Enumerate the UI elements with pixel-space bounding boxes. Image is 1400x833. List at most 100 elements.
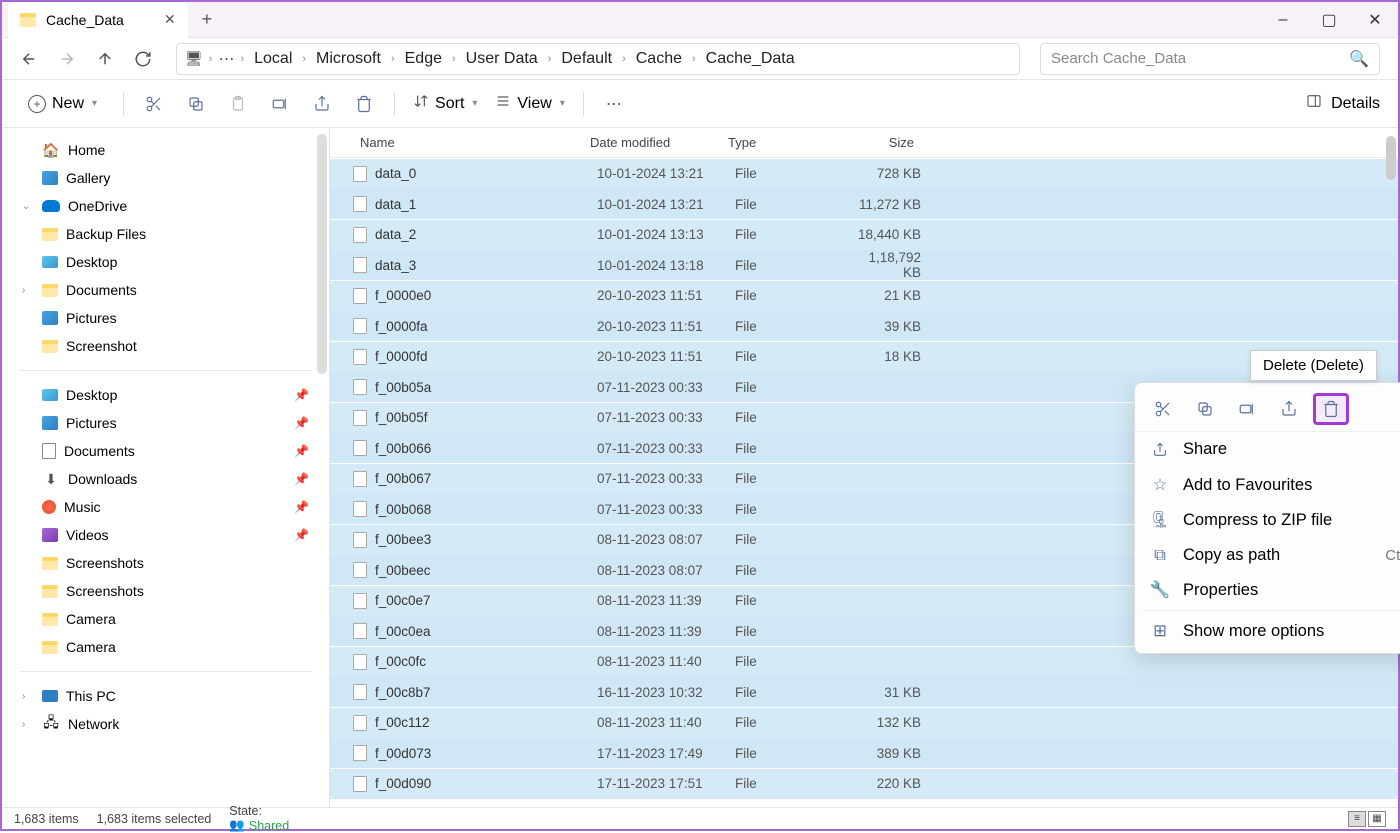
view-button[interactable]: View ▾ xyxy=(495,93,564,114)
grid-view-toggle[interactable]: ▦ xyxy=(1368,811,1386,827)
pin-icon[interactable]: 📌 xyxy=(294,528,309,542)
sidebar-item-videos[interactable]: Videos📌 xyxy=(14,521,317,549)
new-button[interactable]: + New ▾ xyxy=(20,91,105,117)
breadcrumb-segment[interactable]: User Data xyxy=(462,48,542,70)
more-icon[interactable]: ⋯ xyxy=(218,49,234,69)
sidebar-item-screenshots[interactable]: Screenshots xyxy=(14,549,317,577)
tab[interactable]: Cache_Data ✕ xyxy=(8,2,188,38)
sidebar-item-documents2[interactable]: Documents📌 xyxy=(14,437,317,465)
sidebar-item-camera[interactable]: Camera xyxy=(14,605,317,633)
copy-icon[interactable] xyxy=(1187,393,1223,425)
sidebar-item-pictures[interactable]: Pictures xyxy=(14,304,317,332)
sidebar-item-network[interactable]: ›🖧Network xyxy=(14,710,317,738)
file-row[interactable]: f_0000fa20-10-2023 11:51File39 KB xyxy=(330,311,1398,341)
breadcrumb-segment[interactable]: Cache_Data xyxy=(702,48,799,70)
chevron-right-icon[interactable]: › xyxy=(452,53,456,65)
sidebar-item-onedrive[interactable]: ⌄OneDrive xyxy=(14,192,317,220)
search-icon[interactable]: 🔍 xyxy=(1349,49,1369,69)
share-icon[interactable] xyxy=(310,95,334,113)
column-date[interactable]: Date modified xyxy=(590,135,728,150)
search-input[interactable] xyxy=(1051,50,1349,67)
maximize-button[interactable]: ▢ xyxy=(1306,2,1352,38)
details-button[interactable]: Details xyxy=(1305,93,1380,114)
sort-button[interactable]: Sort ▾ xyxy=(413,93,477,114)
pin-icon[interactable]: 📌 xyxy=(294,388,309,402)
file-row[interactable]: f_00c11208-11-2023 11:40File132 KB xyxy=(330,708,1398,738)
file-row[interactable]: data_010-01-2024 13:21File728 KB xyxy=(330,159,1398,189)
chevron-right-icon[interactable]: › xyxy=(22,691,34,702)
context-zip[interactable]: 🗜Compress to ZIP file xyxy=(1135,503,1400,538)
chevron-right-icon[interactable]: › xyxy=(240,53,244,65)
pin-icon[interactable]: 📌 xyxy=(294,472,309,486)
pin-icon[interactable]: 📌 xyxy=(294,416,309,430)
refresh-button[interactable] xyxy=(134,50,152,68)
chevron-right-icon[interactable]: › xyxy=(548,53,552,65)
chevron-right-icon[interactable]: › xyxy=(22,285,34,296)
forward-button[interactable] xyxy=(58,50,76,68)
chevron-right-icon[interactable]: › xyxy=(209,53,213,65)
sidebar-item-desktop[interactable]: Desktop xyxy=(14,248,317,276)
context-more[interactable]: ⊞Show more options xyxy=(1135,613,1400,649)
breadcrumb[interactable]: 🖥 › ⋯ › Local › Microsoft › Edge › User … xyxy=(176,43,1020,75)
sidebar-item-gallery[interactable]: Gallery xyxy=(14,164,317,192)
copy-icon[interactable] xyxy=(184,95,208,113)
search-box[interactable]: 🔍 xyxy=(1040,43,1380,75)
minimize-button[interactable]: – xyxy=(1260,2,1306,38)
cut-icon[interactable] xyxy=(1145,393,1181,425)
chevron-right-icon[interactable]: › xyxy=(692,53,696,65)
context-favourites[interactable]: ☆Add to Favourites xyxy=(1135,467,1400,503)
up-button[interactable] xyxy=(96,50,114,68)
delete-icon[interactable] xyxy=(1313,393,1349,425)
sidebar-item-thispc[interactable]: ›This PC xyxy=(14,682,317,710)
column-name[interactable]: Name xyxy=(346,135,590,150)
tab-close-icon[interactable]: ✕ xyxy=(164,11,176,28)
context-copy-path[interactable]: ⧉Copy as pathCtrl+Shift+C xyxy=(1135,538,1400,573)
delete-icon[interactable] xyxy=(352,95,376,113)
file-row[interactable]: data_110-01-2024 13:21File11,272 KB xyxy=(330,189,1398,219)
file-row[interactable]: data_310-01-2024 13:18File1,18,792 KB xyxy=(330,250,1398,280)
details-view-toggle[interactable]: ≡ xyxy=(1348,811,1366,827)
pin-icon[interactable]: 📌 xyxy=(294,500,309,514)
pin-icon[interactable]: 📌 xyxy=(294,444,309,458)
context-share[interactable]: Share xyxy=(1135,432,1400,467)
file-row[interactable]: f_00d07317-11-2023 17:49File389 KB xyxy=(330,738,1398,768)
chevron-right-icon[interactable]: › xyxy=(22,719,34,730)
paste-icon[interactable] xyxy=(226,95,250,113)
more-icon[interactable]: ⋯ xyxy=(602,94,626,114)
scrollbar[interactable] xyxy=(1386,136,1396,180)
cut-icon[interactable] xyxy=(142,95,166,113)
sidebar-item-desktop2[interactable]: Desktop📌 xyxy=(14,381,317,409)
column-size[interactable]: Size xyxy=(844,135,914,150)
share-icon[interactable] xyxy=(1271,393,1307,425)
breadcrumb-segment[interactable]: Default xyxy=(557,48,616,70)
file-row[interactable]: data_210-01-2024 13:13File18,440 KB xyxy=(330,220,1398,250)
file-row[interactable]: f_00c8b716-11-2023 10:32File31 KB xyxy=(330,677,1398,707)
chevron-down-icon[interactable]: ⌄ xyxy=(22,201,34,212)
close-button[interactable]: ✕ xyxy=(1352,2,1398,38)
chevron-right-icon[interactable]: › xyxy=(622,53,626,65)
breadcrumb-segment[interactable]: Cache xyxy=(632,48,686,70)
sidebar-item-documents[interactable]: ›Documents xyxy=(14,276,317,304)
file-row[interactable]: f_0000fd20-10-2023 11:51File18 KB xyxy=(330,342,1398,372)
sidebar-item-music[interactable]: Music📌 xyxy=(14,493,317,521)
rename-icon[interactable] xyxy=(1229,393,1265,425)
rename-icon[interactable] xyxy=(268,95,292,113)
breadcrumb-segment[interactable]: Microsoft xyxy=(312,48,385,70)
chevron-right-icon[interactable]: › xyxy=(391,53,395,65)
sidebar-item-pictures2[interactable]: Pictures📌 xyxy=(14,409,317,437)
sidebar-item-backup[interactable]: Backup Files xyxy=(14,220,317,248)
context-properties[interactable]: 🔧PropertiesAlt+Enter xyxy=(1135,573,1400,608)
file-row[interactable]: f_00d09017-11-2023 17:51File220 KB xyxy=(330,769,1398,799)
new-tab-button[interactable]: + xyxy=(202,9,213,30)
column-type[interactable]: Type xyxy=(728,135,844,150)
scrollbar[interactable] xyxy=(317,134,327,374)
back-button[interactable] xyxy=(20,50,38,68)
sidebar-item-downloads[interactable]: ⬇Downloads📌 xyxy=(14,465,317,493)
sidebar-item-home[interactable]: 🏠Home xyxy=(14,136,317,164)
breadcrumb-segment[interactable]: Edge xyxy=(401,48,446,70)
chevron-right-icon[interactable]: › xyxy=(302,53,306,65)
sidebar-item-screenshot[interactable]: Screenshot xyxy=(14,332,317,360)
sidebar-item-camera2[interactable]: Camera xyxy=(14,633,317,661)
file-row[interactable]: f_0000e020-10-2023 11:51File21 KB xyxy=(330,281,1398,311)
breadcrumb-segment[interactable]: Local xyxy=(250,48,296,70)
